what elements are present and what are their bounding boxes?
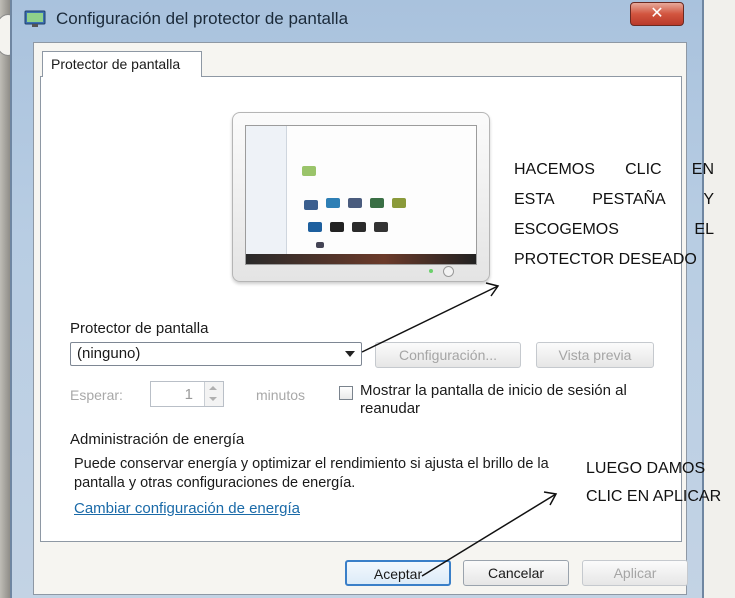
annotation-click-apply: LUEGO DAMOS CLIC EN APLICAR: [586, 455, 735, 511]
monitor-app-icon: [24, 10, 46, 27]
window-title: Configuración del protector de pantalla: [56, 9, 349, 28]
screensaver-preview-monitor: [232, 112, 490, 282]
cancel-button[interactable]: Cancelar: [463, 560, 569, 586]
title-bar[interactable]: Configuración del protector de pantalla …: [12, 0, 702, 40]
annotation-line: PROTECTOR DESEADO: [514, 245, 714, 275]
screensaver-section-label: Protector de pantalla: [70, 320, 209, 337]
close-button[interactable]: ✕: [630, 2, 684, 26]
preview-thumbnail: [308, 222, 322, 232]
annotation-word: ESTA: [514, 191, 555, 208]
power-description: Puede conservar energía y optimizar el r…: [74, 456, 549, 491]
annotation-word: Y: [703, 191, 714, 208]
preview-thumbnail: [348, 198, 362, 208]
annotation-word: EN: [691, 161, 714, 178]
annotation-word: EL: [694, 221, 714, 238]
preview-explorer-sidebar: [246, 126, 287, 254]
change-power-settings-link[interactable]: Cambiar configuración de energía: [74, 500, 300, 517]
preview-thumbnail: [392, 198, 406, 208]
power-led: [429, 269, 433, 273]
preview-thumbnail: [330, 222, 344, 232]
chevron-down-icon: [345, 351, 355, 357]
annotation-word: PROTECTOR DESEADO: [514, 251, 697, 268]
minutes-label: minutos: [256, 387, 306, 403]
wait-label: Esperar:: [70, 387, 123, 403]
preview-thumbnail: [352, 222, 366, 232]
left-edge: [0, 0, 10, 598]
preview-thumbnail: [302, 166, 316, 176]
annotation-line: LUEGO DAMOS: [586, 460, 706, 477]
screensaver-dropdown[interactable]: (ninguno): [70, 342, 362, 366]
annotation-word: PESTAÑA: [592, 191, 666, 208]
screenshot-page: Configuración del protector de pantalla …: [0, 0, 735, 598]
screensaver-selected-value: (ninguno): [77, 345, 141, 362]
chevron-down-icon[interactable]: [209, 397, 217, 401]
preview-thumbnail: [304, 200, 318, 210]
ok-button[interactable]: Aceptar: [345, 560, 451, 586]
annotation-choose-screensaver: HACEMOS CLIC EN ESTA PESTAÑA Y ESCOGEMOS…: [514, 155, 714, 275]
annotation-line: ESTA PESTAÑA Y: [514, 185, 714, 215]
annotation-line: HACEMOS CLIC EN: [514, 155, 714, 185]
power-button-icon: [443, 266, 454, 277]
wait-minutes-value: 1: [184, 386, 193, 403]
preview-button[interactable]: Vista previa: [536, 342, 654, 368]
annotation-word: ESCOGEMOS: [514, 221, 619, 238]
preview-thumbnail: [326, 198, 340, 208]
settings-button[interactable]: Configuración...: [375, 342, 521, 368]
resume-logon-checkbox[interactable]: [339, 386, 353, 400]
annotation-line: CLIC EN APLICAR: [586, 488, 722, 505]
preview-screen: [245, 125, 477, 265]
stepper-buttons[interactable]: [204, 382, 223, 406]
tab-screensaver[interactable]: Protector de pantalla: [42, 51, 202, 77]
preview-thumbnail: [374, 222, 388, 232]
chevron-up-icon[interactable]: [209, 386, 217, 390]
wait-minutes-stepper[interactable]: 1: [150, 381, 224, 407]
apply-button[interactable]: Aplicar: [582, 560, 688, 586]
annotation-word: HACEMOS: [514, 161, 595, 178]
resume-logon-label[interactable]: Mostrar la pantalla de inicio de sesión …: [360, 382, 680, 418]
power-section-label: Administración de energía: [70, 431, 245, 448]
close-icon: ✕: [650, 5, 664, 22]
preview-taskbar: [246, 254, 476, 264]
annotation-line: ESCOGEMOS EL: [514, 215, 714, 245]
preview-thumbnail: [370, 198, 384, 208]
annotation-word: CLIC: [625, 161, 662, 178]
preview-thumbnail: [316, 242, 324, 248]
